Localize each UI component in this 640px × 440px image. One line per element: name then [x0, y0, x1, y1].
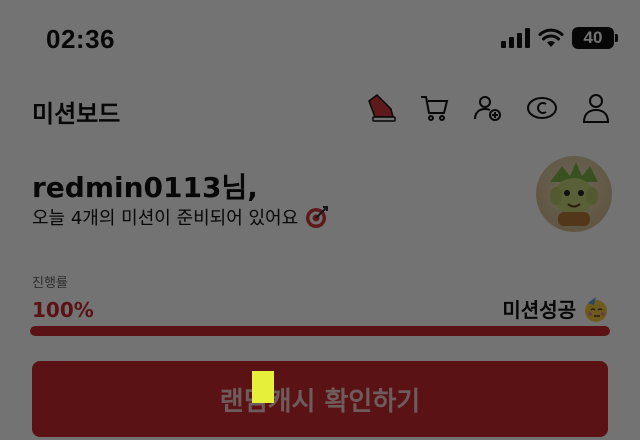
coin-icon[interactable] — [524, 90, 560, 126]
progress-bar — [30, 326, 610, 336]
sneaker-icon[interactable] — [362, 90, 398, 126]
party-face-icon — [585, 296, 607, 322]
header-icons — [362, 90, 614, 126]
random-cash-button[interactable]: 랜덤캐시 확인하기 — [32, 361, 608, 437]
progress-label: 진행률 — [32, 276, 68, 291]
text-cursor — [252, 371, 274, 403]
wifi-icon — [538, 28, 564, 47]
cellular-signal-icon — [501, 28, 530, 48]
greeting-subtitle-text: 오늘 4개의 미션이 준비되어 있어요 — [32, 208, 299, 229]
greeting-title: redmin0113님, — [32, 171, 258, 204]
clock: 02:36 — [46, 24, 115, 54]
mission-status: 미션성공 — [502, 294, 610, 323]
status-icons: 40 — [501, 26, 618, 50]
profile-icon[interactable] — [578, 90, 614, 126]
cart-icon[interactable] — [416, 90, 452, 126]
add-friend-icon[interactable] — [470, 90, 506, 126]
app-header: 미션보드 — [0, 84, 640, 134]
progress-bar-fill — [30, 326, 610, 336]
target-icon — [306, 206, 329, 228]
avatar[interactable] — [536, 156, 612, 232]
greeting-subtitle: 오늘 4개의 미션이 준비되어 있어요 — [32, 204, 330, 230]
status-bar: 02:36 40 — [0, 0, 640, 78]
page-title: 미션보드 — [32, 100, 121, 128]
battery-icon: 40 — [572, 27, 618, 49]
mission-status-text: 미션성공 — [502, 298, 576, 322]
progress-value: 100% — [32, 298, 94, 322]
